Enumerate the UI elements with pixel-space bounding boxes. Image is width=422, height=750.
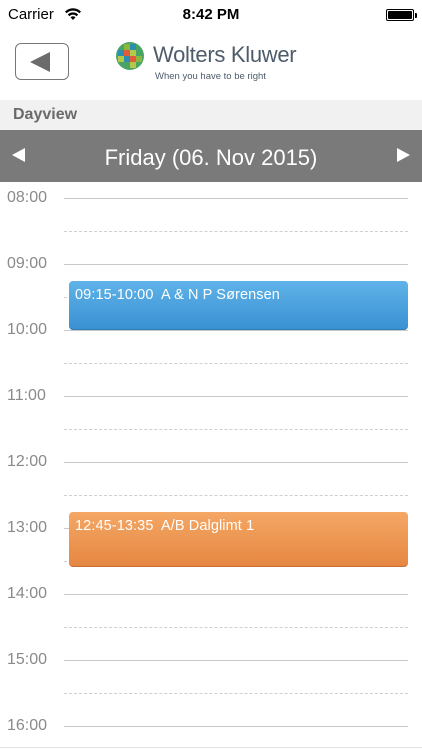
status-bar: Carrier 8:42 PM bbox=[0, 0, 422, 30]
half-hour-line bbox=[64, 429, 408, 430]
hour-label: 12:00 bbox=[7, 453, 48, 470]
half-hour-line bbox=[64, 363, 408, 364]
hour-label: 14:00 bbox=[7, 585, 48, 602]
event-time: 09:15-10:00 bbox=[75, 286, 154, 303]
back-button[interactable] bbox=[15, 43, 69, 80]
app-header: Wolters Kluwer When you have to be right bbox=[0, 30, 422, 100]
event-title: A/B Dalglimt 1 bbox=[160, 517, 255, 534]
hour-label: 15:00 bbox=[7, 651, 48, 668]
day-timeline[interactable]: 08:00 09:00 10:00 11:00 12:00 13:00 14:00 15:00… bbox=[0, 182, 422, 750]
logo-mark-icon bbox=[116, 42, 144, 70]
hour-label: 08:00 bbox=[7, 189, 48, 206]
logo-tagline: When you have to be right bbox=[155, 71, 266, 82]
date-title: Friday (06. Nov 2015) bbox=[104, 145, 318, 170]
calendar-event[interactable]: 12:45-13:35 A/B Dalglimt 1 bbox=[69, 511, 408, 567]
date-navigation-bar: Friday (06. Nov 2015) bbox=[0, 130, 422, 182]
hour-label: 13:00 bbox=[7, 519, 48, 536]
hour-label: 11:00 bbox=[7, 387, 46, 404]
half-hour-line bbox=[64, 231, 408, 232]
hour-line bbox=[64, 198, 408, 199]
hour-label: 16:00 bbox=[7, 717, 48, 734]
bottom-divider bbox=[0, 747, 422, 748]
hour-line bbox=[64, 726, 408, 727]
hour-line bbox=[64, 594, 408, 595]
status-time: 8:42 PM bbox=[182, 6, 240, 23]
back-arrow-icon bbox=[30, 52, 50, 72]
hour-line bbox=[64, 396, 408, 397]
hour-line bbox=[64, 330, 408, 331]
half-hour-line bbox=[64, 627, 408, 628]
hour-line bbox=[64, 264, 408, 265]
triangle-right-icon[interactable] bbox=[397, 148, 410, 162]
logo-name: Wolters Kluwer bbox=[153, 42, 297, 67]
hour-label: 09:00 bbox=[7, 255, 48, 272]
hour-label: 10:00 bbox=[7, 321, 48, 338]
event-time: 12:45-13:35 bbox=[75, 517, 154, 534]
section-title: Dayview bbox=[13, 106, 78, 123]
half-hour-line bbox=[64, 495, 408, 496]
event-title: A & N P Sørensen bbox=[160, 286, 280, 303]
wolters-kluwer-logo: Wolters Kluwer When you have to be right bbox=[115, 40, 315, 86]
battery-icon bbox=[386, 9, 417, 21]
section-header: Dayview bbox=[0, 100, 422, 130]
half-hour-line bbox=[64, 693, 408, 694]
calendar-event[interactable]: 09:15-10:00 A & N P Sørensen bbox=[69, 280, 408, 330]
hour-line bbox=[64, 660, 408, 661]
hour-line bbox=[64, 462, 408, 463]
